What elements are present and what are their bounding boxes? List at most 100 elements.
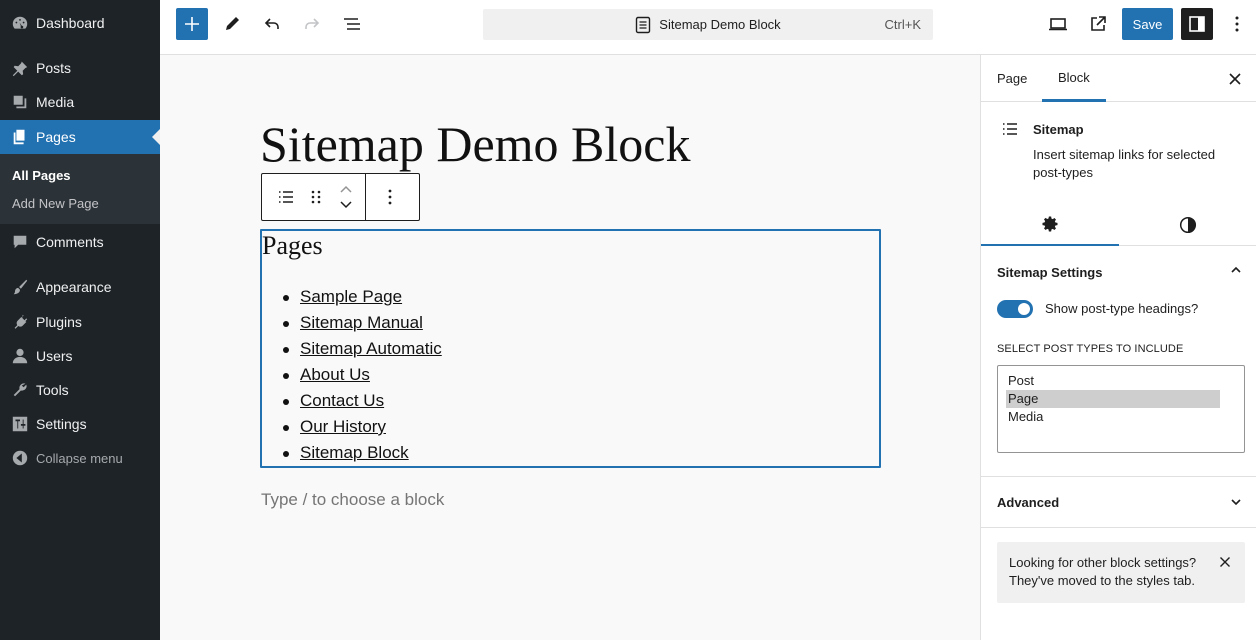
list-item: Our History — [283, 417, 442, 443]
sitemap-link[interactable]: Our History — [300, 417, 386, 436]
block-options-button[interactable] — [375, 174, 405, 220]
gear-icon — [1042, 216, 1058, 231]
undo-button[interactable] — [256, 8, 288, 40]
editor-header: Sitemap Demo Block Ctrl+K Save — [160, 0, 1256, 55]
plus-icon — [185, 17, 199, 31]
add-block-button[interactable] — [176, 8, 208, 40]
move-down-icon[interactable] — [339, 200, 353, 210]
option-post[interactable]: Post — [1006, 372, 1220, 390]
dismiss-notice-button[interactable] — [1219, 556, 1231, 568]
sitemap-link-list: Sample Page Sitemap Manual Sitemap Autom… — [283, 287, 442, 469]
advanced-panel: Advanced — [981, 477, 1256, 528]
advanced-title[interactable]: Advanced — [997, 495, 1059, 510]
block-toolbar — [261, 173, 420, 221]
external-link-icon — [1091, 16, 1106, 31]
block-type-button[interactable] — [271, 174, 301, 220]
list-item: About Us — [283, 365, 442, 391]
document-overview-button[interactable] — [336, 8, 368, 40]
more-vertical-icon — [388, 189, 392, 205]
post-title[interactable]: Sitemap Demo Block — [260, 115, 691, 173]
sitemap-link[interactable]: Sitemap Manual — [300, 313, 423, 332]
option-media[interactable]: Media — [1006, 408, 1220, 426]
dashboard-icon — [10, 13, 30, 33]
menu-item-comments[interactable]: Comments — [0, 225, 160, 259]
show-headings-toggle[interactable] — [997, 300, 1033, 318]
menu-item-users[interactable]: Users — [0, 339, 160, 373]
desktop-icon — [1049, 18, 1067, 31]
drag-icon — [311, 190, 321, 204]
menu-item-posts[interactable]: Posts — [0, 51, 160, 85]
styles-notice: Looking for other block settings? They'v… — [997, 542, 1245, 603]
redo-icon — [305, 18, 320, 29]
sitemap-settings-title[interactable]: Sitemap Settings — [997, 265, 1102, 280]
tab-styles[interactable] — [1119, 203, 1256, 246]
wrench-icon — [10, 380, 30, 400]
sitemap-link[interactable]: Sample Page — [300, 287, 402, 306]
close-icon — [1220, 557, 1230, 567]
menu-item-plugins[interactable]: Plugins — [0, 305, 160, 339]
tools-button[interactable] — [216, 8, 248, 40]
submenu-add-new-page[interactable]: Add New Page — [12, 196, 99, 211]
move-up-icon[interactable] — [339, 184, 353, 194]
options-button[interactable] — [1221, 8, 1253, 40]
user-icon — [10, 346, 30, 366]
menu-item-settings[interactable]: Settings — [0, 407, 160, 441]
menu-label: Collapse menu — [36, 450, 123, 466]
redo-button[interactable] — [296, 8, 328, 40]
more-vertical-icon — [1235, 16, 1239, 32]
contrast-icon — [1179, 216, 1197, 233]
menu-item-pages[interactable]: Pages — [0, 120, 160, 154]
close-settings-button[interactable] — [1223, 67, 1247, 91]
list-item: Sample Page — [283, 287, 442, 313]
menu-label: Appearance — [36, 279, 112, 295]
tab-settings[interactable] — [981, 203, 1119, 246]
settings-sidebar: Page Block Sitemap Insert sitemap links … — [980, 55, 1256, 640]
sitemap-link[interactable]: Contact Us — [300, 391, 384, 410]
block-inspector-tabs — [981, 203, 1256, 246]
menu-item-tools[interactable]: Tools — [0, 373, 160, 407]
list-icon — [1001, 120, 1019, 141]
toggle-label: Show post-type headings? — [1045, 301, 1199, 316]
menu-item-dashboard[interactable]: Dashboard — [0, 6, 160, 40]
sidebar-icon — [1189, 16, 1205, 32]
block-appender-placeholder[interactable]: Type / to choose a block — [261, 490, 444, 510]
editor-canvas: Sitemap Demo Block Pages Sample Page Sit… — [160, 55, 980, 640]
sitemap-link[interactable]: Sitemap Automatic — [300, 339, 442, 358]
plugin-icon — [10, 312, 30, 332]
list-view-icon — [344, 18, 360, 30]
pages-submenu: All Pages Add New Page — [0, 154, 160, 224]
sitemap-block[interactable]: Pages Sample Page Sitemap Manual Sitemap… — [260, 229, 881, 468]
command-palette-bar[interactable]: Sitemap Demo Block Ctrl+K — [483, 9, 933, 40]
preview-button[interactable] — [1042, 8, 1074, 40]
notice-text: Looking for other block settings? They'v… — [1009, 555, 1197, 588]
menu-item-appearance[interactable]: Appearance — [0, 270, 160, 304]
drag-handle[interactable] — [301, 174, 331, 220]
admin-menu: Dashboard Posts Media Pages All Pages Ad… — [0, 0, 160, 640]
menu-label: Plugins — [36, 314, 82, 330]
chevron-down-icon[interactable] — [1229, 495, 1243, 509]
option-page[interactable]: Page — [1006, 390, 1220, 408]
save-button[interactable]: Save — [1122, 8, 1173, 40]
view-page-button[interactable] — [1082, 8, 1114, 40]
settings-panel-toggle[interactable] — [1181, 8, 1213, 40]
pencil-icon — [226, 17, 239, 30]
post-types-label: SELECT POST TYPES TO INCLUDE — [997, 343, 1184, 355]
tab-block[interactable]: Block — [1042, 55, 1106, 102]
menu-item-media[interactable]: Media — [0, 85, 160, 119]
sitemap-link[interactable]: About Us — [300, 365, 370, 384]
undo-icon — [264, 18, 279, 29]
menu-label: Users — [36, 348, 73, 364]
chevron-up-icon[interactable] — [1229, 263, 1243, 277]
media-icon — [10, 92, 30, 112]
tab-page[interactable]: Page — [997, 55, 1027, 102]
comment-icon — [10, 232, 30, 252]
collapse-menu-button[interactable]: Collapse menu — [0, 441, 160, 475]
list-item: Sitemap Manual — [283, 313, 442, 339]
menu-label: Pages — [36, 129, 76, 145]
sitemap-link[interactable]: Sitemap Block — [300, 443, 409, 462]
post-types-select[interactable]: Post Page Media — [997, 365, 1245, 453]
menu-label: Comments — [36, 234, 104, 250]
submenu-all-pages[interactable]: All Pages — [12, 168, 71, 183]
page-icon — [635, 16, 651, 34]
list-item: Contact Us — [283, 391, 442, 417]
